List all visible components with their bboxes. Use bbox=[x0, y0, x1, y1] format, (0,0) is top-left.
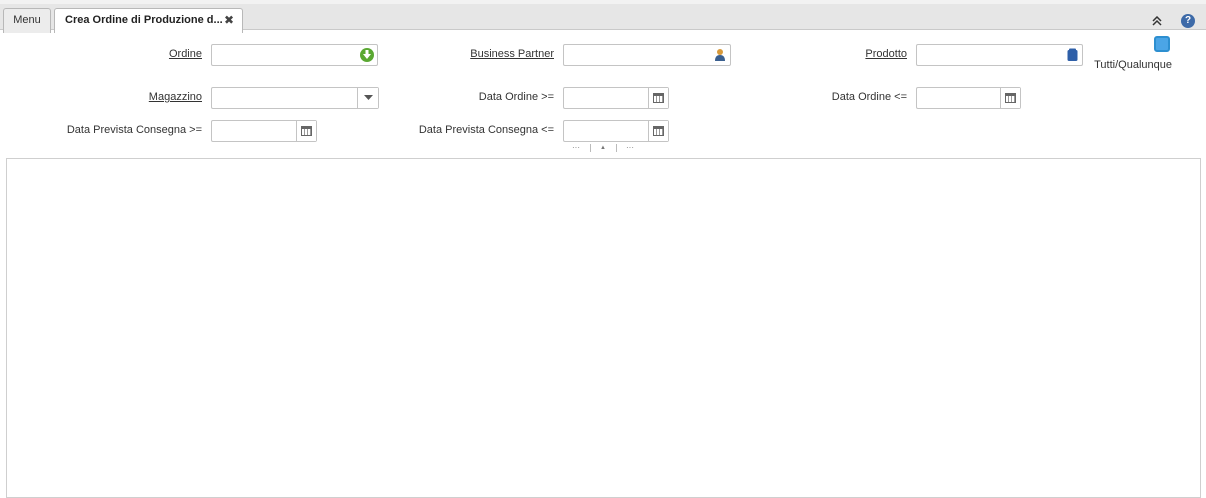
tab-crea-ordine-produzione[interactable]: Crea Ordine di Produzione d... ✖ bbox=[54, 8, 243, 33]
splitter-divider bbox=[616, 144, 617, 152]
calendar-icon[interactable] bbox=[648, 121, 668, 141]
product-icon[interactable] bbox=[1067, 48, 1078, 65]
close-icon[interactable]: ✖ bbox=[224, 9, 234, 32]
data-prevista-to-label: Data Prevista Consegna <= bbox=[418, 124, 554, 136]
data-ordine-to-field[interactable] bbox=[916, 87, 1021, 109]
data-ordine-to-label: Data Ordine <= bbox=[831, 91, 907, 103]
splitter-right-grip[interactable]: ··· bbox=[626, 144, 634, 152]
ordine-field[interactable] bbox=[211, 44, 378, 66]
magazzino-label[interactable]: Magazzino bbox=[100, 91, 202, 103]
calendar-icon[interactable] bbox=[1000, 88, 1020, 108]
magazzino-select[interactable] bbox=[211, 87, 379, 109]
prodotto-label[interactable]: Prodotto bbox=[820, 48, 907, 60]
tab-menu[interactable]: Menu bbox=[3, 8, 51, 33]
person-icon[interactable] bbox=[714, 48, 726, 65]
business-partner-label[interactable]: Business Partner bbox=[440, 48, 554, 60]
data-prevista-from-label: Data Prevista Consegna >= bbox=[66, 124, 202, 136]
data-prevista-to-field[interactable] bbox=[563, 120, 669, 142]
splitter-left-grip[interactable]: ··· bbox=[572, 144, 580, 152]
data-ordine-from-label: Data Ordine >= bbox=[478, 91, 554, 103]
ordine-label[interactable]: Ordine bbox=[100, 48, 202, 60]
tutti-qualunque-label: Tutti/Qualunque bbox=[1094, 59, 1172, 71]
results-grid[interactable] bbox=[6, 158, 1201, 498]
splitter-divider bbox=[590, 144, 591, 152]
data-ordine-from-field[interactable] bbox=[563, 87, 669, 109]
calendar-icon[interactable] bbox=[296, 121, 316, 141]
splitter-collapse-icon[interactable]: ▲ bbox=[600, 144, 606, 152]
collapse-icon[interactable] bbox=[1149, 15, 1165, 29]
tab-menu-label: Menu bbox=[13, 14, 41, 26]
business-partner-field[interactable] bbox=[563, 44, 731, 66]
tab-bar: Menu Crea Ordine di Produzione d... ✖ ? bbox=[0, 0, 1206, 33]
help-icon[interactable]: ? bbox=[1181, 14, 1195, 28]
data-prevista-from-field[interactable] bbox=[211, 120, 317, 142]
prodotto-field[interactable] bbox=[916, 44, 1083, 66]
calendar-icon[interactable] bbox=[648, 88, 668, 108]
tab-active-label: Crea Ordine di Produzione d... bbox=[65, 14, 223, 26]
process-arrow-icon[interactable] bbox=[359, 47, 375, 66]
tutti-qualunque-checkbox[interactable] bbox=[1154, 36, 1170, 52]
chevron-down-icon[interactable] bbox=[357, 88, 378, 108]
